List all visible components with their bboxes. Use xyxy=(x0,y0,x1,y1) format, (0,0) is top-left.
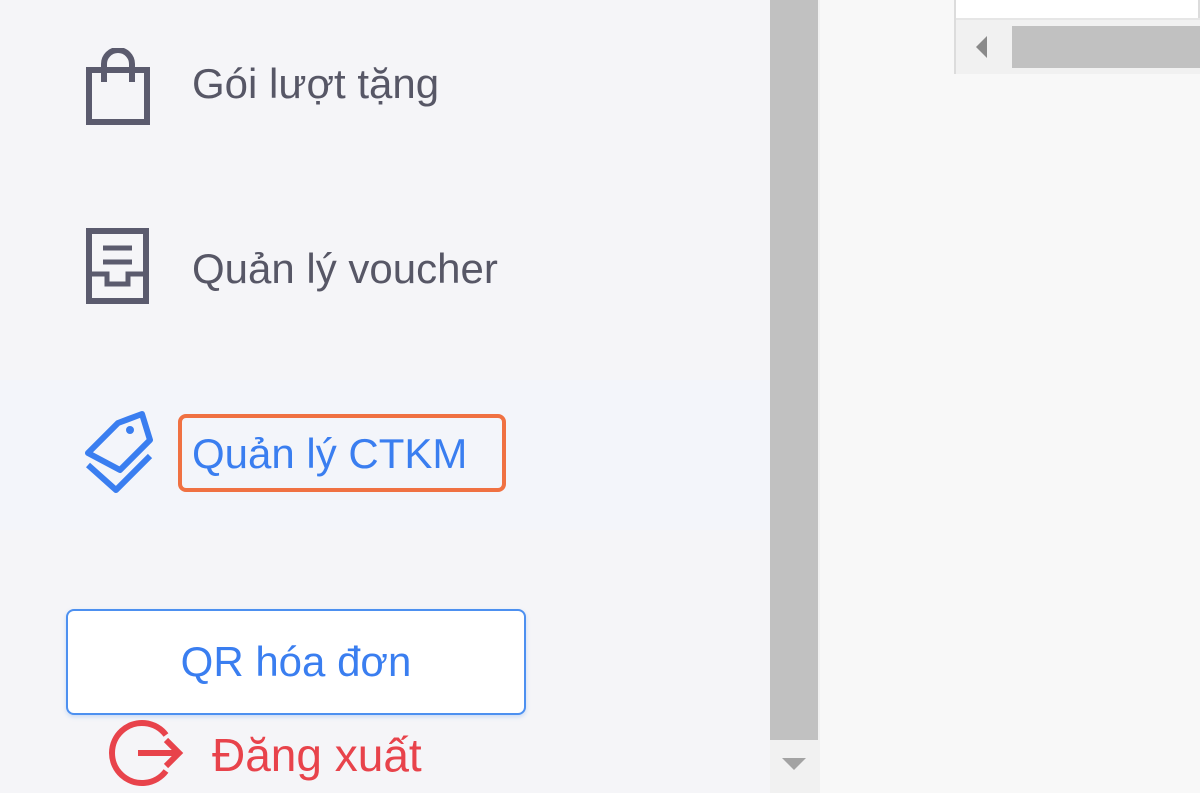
sidebar-item-label: Gói lượt tặng xyxy=(192,60,440,107)
qr-invoice-button[interactable]: QR hóa đơn xyxy=(66,609,526,715)
vertical-scrollbar[interactable] xyxy=(770,0,820,793)
sidebar-item-quan-ly-voucher[interactable]: Quản lý voucher xyxy=(0,193,770,343)
tags-icon xyxy=(80,410,156,493)
sidebar-item-goi-luot-tang[interactable]: Gói lượt tặng xyxy=(0,8,770,158)
scrollbar-thumb[interactable] xyxy=(1012,26,1200,68)
voucher-tray-icon xyxy=(80,226,156,306)
shopping-bag-icon xyxy=(80,47,156,128)
content-panel xyxy=(954,0,1200,74)
scroll-down-arrow-icon[interactable] xyxy=(782,758,806,770)
horizontal-scrollbar[interactable] xyxy=(956,18,1200,74)
main-content xyxy=(820,0,1200,793)
scroll-left-arrow-icon[interactable] xyxy=(976,36,987,58)
sidebar-item-label: Quản lý voucher xyxy=(192,245,498,292)
scrollbar-thumb[interactable] xyxy=(770,0,818,740)
logout-button[interactable]: Đăng xuất xyxy=(104,715,422,793)
sidebar-item-quan-ly-ctkm[interactable]: Quản lý CTKM xyxy=(0,380,770,530)
sidebar-item-label: Quản lý CTKM xyxy=(192,430,468,477)
logout-label: Đăng xuất xyxy=(212,729,422,781)
logout-icon xyxy=(104,713,184,793)
sidebar: Gói lượt tặng Quản lý voucher Quản lý CT… xyxy=(0,0,770,793)
